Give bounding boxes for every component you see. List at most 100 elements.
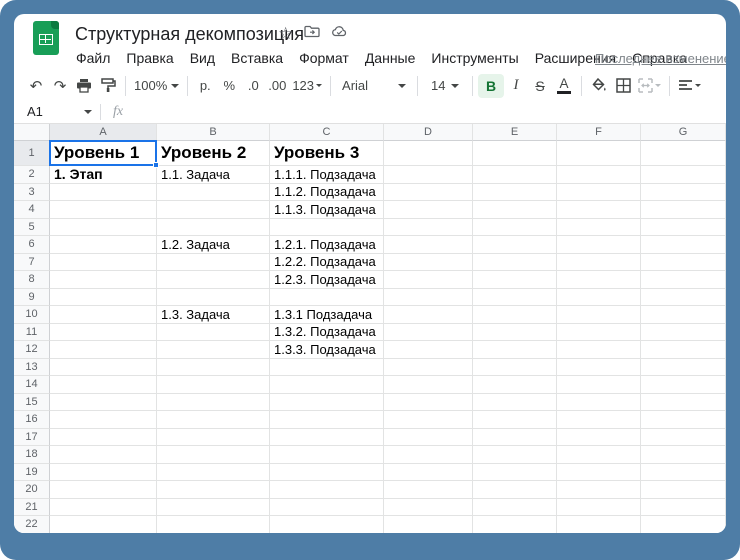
menu-3[interactable]: Вид bbox=[182, 47, 223, 69]
cell-F6[interactable] bbox=[557, 236, 641, 254]
row-header-22[interactable]: 22 bbox=[14, 516, 50, 533]
cell-C2[interactable]: 1.1.1. Подзадача bbox=[270, 166, 384, 184]
cell-A17[interactable] bbox=[50, 429, 157, 447]
cell-C7[interactable]: 1.2.2. Подзадача bbox=[270, 254, 384, 272]
cell-E14[interactable] bbox=[473, 376, 557, 394]
strikethrough-button[interactable]: S bbox=[528, 74, 552, 98]
cell-D20[interactable] bbox=[384, 481, 473, 499]
cell-A14[interactable] bbox=[50, 376, 157, 394]
cell-B13[interactable] bbox=[157, 359, 270, 377]
cell-D17[interactable] bbox=[384, 429, 473, 447]
cell-G2[interactable] bbox=[641, 166, 726, 184]
cell-B1[interactable]: Уровень 2 bbox=[157, 141, 270, 166]
cell-G15[interactable] bbox=[641, 394, 726, 412]
cell-C9[interactable] bbox=[270, 289, 384, 307]
cell-A20[interactable] bbox=[50, 481, 157, 499]
menu-5[interactable]: Формат bbox=[291, 47, 357, 69]
cell-G4[interactable] bbox=[641, 201, 726, 219]
paint-format-button[interactable] bbox=[96, 74, 120, 98]
cell-B16[interactable] bbox=[157, 411, 270, 429]
cell-D4[interactable] bbox=[384, 201, 473, 219]
borders-button[interactable] bbox=[611, 74, 635, 98]
row-header-7[interactable]: 7 bbox=[14, 254, 50, 272]
cell-G18[interactable] bbox=[641, 446, 726, 464]
cell-G21[interactable] bbox=[641, 499, 726, 517]
cell-G1[interactable] bbox=[641, 141, 726, 166]
cell-E4[interactable] bbox=[473, 201, 557, 219]
cell-D13[interactable] bbox=[384, 359, 473, 377]
cell-F18[interactable] bbox=[557, 446, 641, 464]
cell-G19[interactable] bbox=[641, 464, 726, 482]
cell-E3[interactable] bbox=[473, 184, 557, 202]
cell-C6[interactable]: 1.2.1. Подзадача bbox=[270, 236, 384, 254]
fill-color-button[interactable] bbox=[587, 74, 611, 98]
menu-4[interactable]: Вставка bbox=[223, 47, 291, 69]
cell-G11[interactable] bbox=[641, 324, 726, 342]
cell-C15[interactable] bbox=[270, 394, 384, 412]
cell-A9[interactable] bbox=[50, 289, 157, 307]
row-header-21[interactable]: 21 bbox=[14, 499, 50, 517]
cell-D14[interactable] bbox=[384, 376, 473, 394]
cell-G9[interactable] bbox=[641, 289, 726, 307]
cell-F10[interactable] bbox=[557, 306, 641, 324]
cell-F3[interactable] bbox=[557, 184, 641, 202]
cell-E11[interactable] bbox=[473, 324, 557, 342]
cell-E13[interactable] bbox=[473, 359, 557, 377]
cell-D12[interactable] bbox=[384, 341, 473, 359]
row-header-2[interactable]: 2 bbox=[14, 166, 50, 184]
cell-B18[interactable] bbox=[157, 446, 270, 464]
cell-E16[interactable] bbox=[473, 411, 557, 429]
cell-A19[interactable] bbox=[50, 464, 157, 482]
cell-D2[interactable] bbox=[384, 166, 473, 184]
row-header-5[interactable]: 5 bbox=[14, 219, 50, 237]
cell-F8[interactable] bbox=[557, 271, 641, 289]
row-header-13[interactable]: 13 bbox=[14, 359, 50, 377]
column-header-B[interactable]: B bbox=[157, 124, 270, 141]
cell-C3[interactable]: 1.1.2. Подзадача bbox=[270, 184, 384, 202]
cell-G13[interactable] bbox=[641, 359, 726, 377]
cell-A15[interactable] bbox=[50, 394, 157, 412]
cell-G17[interactable] bbox=[641, 429, 726, 447]
column-header-E[interactable]: E bbox=[473, 124, 557, 141]
cell-D21[interactable] bbox=[384, 499, 473, 517]
spreadsheet-grid[interactable]: ABCDEFG1Уровень 1Уровень 2Уровень 321. Э… bbox=[14, 124, 726, 533]
cell-B21[interactable] bbox=[157, 499, 270, 517]
cell-B12[interactable] bbox=[157, 341, 270, 359]
row-header-17[interactable]: 17 bbox=[14, 429, 50, 447]
cell-A8[interactable] bbox=[50, 271, 157, 289]
row-header-3[interactable]: 3 bbox=[14, 184, 50, 202]
row-header-10[interactable]: 10 bbox=[14, 306, 50, 324]
cell-D3[interactable] bbox=[384, 184, 473, 202]
cell-F22[interactable] bbox=[557, 516, 641, 533]
print-button[interactable] bbox=[72, 74, 96, 98]
column-header-D[interactable]: D bbox=[384, 124, 473, 141]
cell-F5[interactable] bbox=[557, 219, 641, 237]
row-header-14[interactable]: 14 bbox=[14, 376, 50, 394]
format-currency-button[interactable]: р. bbox=[193, 74, 217, 98]
cell-D22[interactable] bbox=[384, 516, 473, 533]
cell-F13[interactable] bbox=[557, 359, 641, 377]
cell-G10[interactable] bbox=[641, 306, 726, 324]
cell-E18[interactable] bbox=[473, 446, 557, 464]
cell-C14[interactable] bbox=[270, 376, 384, 394]
row-header-1[interactable]: 1 bbox=[14, 141, 50, 166]
merge-cells-button[interactable] bbox=[635, 74, 664, 98]
undo-button[interactable]: ↶ bbox=[24, 74, 48, 98]
cell-A3[interactable] bbox=[50, 184, 157, 202]
cell-A10[interactable] bbox=[50, 306, 157, 324]
cell-G22[interactable] bbox=[641, 516, 726, 533]
cell-C10[interactable]: 1.3.1 Подзадача bbox=[270, 306, 384, 324]
column-header-C[interactable]: C bbox=[270, 124, 384, 141]
cell-E20[interactable] bbox=[473, 481, 557, 499]
cell-E7[interactable] bbox=[473, 254, 557, 272]
cell-F21[interactable] bbox=[557, 499, 641, 517]
cell-F15[interactable] bbox=[557, 394, 641, 412]
cell-G14[interactable] bbox=[641, 376, 726, 394]
cell-D11[interactable] bbox=[384, 324, 473, 342]
cell-F12[interactable] bbox=[557, 341, 641, 359]
cell-C11[interactable]: 1.3.2. Подзадача bbox=[270, 324, 384, 342]
cell-D7[interactable] bbox=[384, 254, 473, 272]
cell-A7[interactable] bbox=[50, 254, 157, 272]
decrease-decimal-button[interactable]: .0 bbox=[241, 74, 265, 98]
row-header-11[interactable]: 11 bbox=[14, 324, 50, 342]
